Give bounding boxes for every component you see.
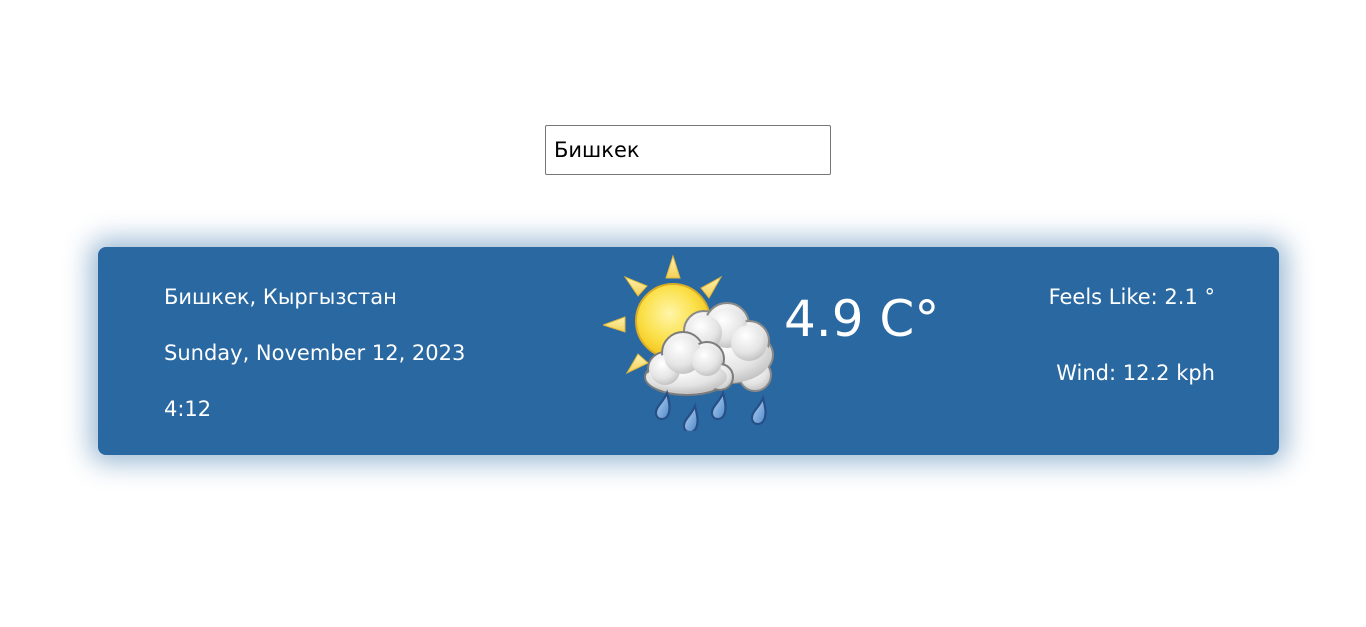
location-label: Бишкек, Кыргызстан xyxy=(164,285,397,309)
temperature-value: 4.9 C° xyxy=(784,290,940,348)
date-label: Sunday, November 12, 2023 xyxy=(164,341,466,365)
weather-card: Бишкек, Кыргызстан Sunday, November 12, … xyxy=(98,247,1279,455)
feels-like-label: Feels Like: 2.1 ° xyxy=(1048,285,1215,309)
search-container xyxy=(545,125,831,175)
sun-cloud-rain-icon xyxy=(601,253,779,434)
city-search-input[interactable] xyxy=(545,125,831,175)
time-label: 4:12 xyxy=(164,397,212,421)
wind-label: Wind: 12.2 kph xyxy=(1056,361,1215,385)
